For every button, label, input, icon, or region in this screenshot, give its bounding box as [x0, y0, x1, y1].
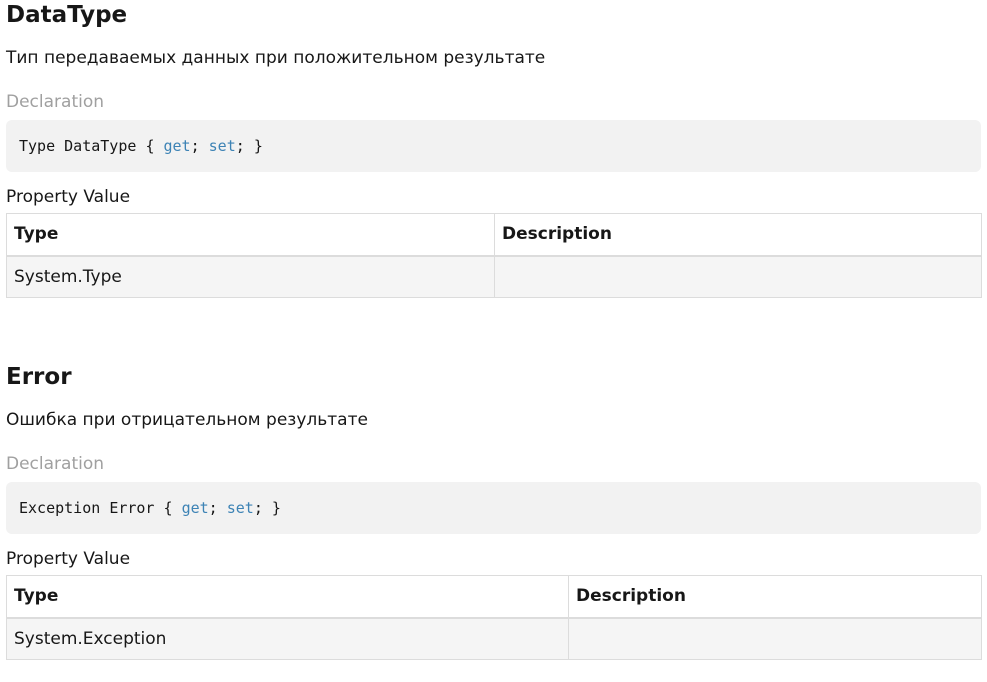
table-cell-type: System.Type — [6, 255, 495, 298]
property-value-label: Property Value — [6, 187, 131, 207]
code-semicolon: ; — [235, 137, 245, 155]
table-header-description: Description — [568, 575, 982, 619]
code-get-keyword: get — [163, 137, 191, 155]
property-value-table: Type Description System.Exception — [6, 575, 982, 660]
code-name-token: Error — [109, 499, 155, 517]
property-value-label: Property Value — [6, 549, 131, 569]
declaration-label: Declaration — [6, 454, 105, 474]
code-name-token: DataType — [64, 137, 137, 155]
code-open-brace: { — [163, 499, 173, 517]
property-summary: Тип передаваемых данных при положительно… — [6, 48, 546, 68]
code-open-brace: { — [145, 137, 155, 155]
code-close-brace: } — [253, 137, 263, 155]
table-header-row: Type Description — [6, 213, 982, 257]
property-value-table: Type Description System.Type — [6, 213, 982, 298]
table-header-type: Type — [6, 575, 569, 619]
property-title: DataType — [6, 2, 128, 28]
code-get-keyword: get — [181, 499, 209, 517]
code-set-keyword: set — [226, 499, 254, 517]
declaration-code-block: Type DataType { get; set; } — [6, 120, 981, 172]
property-title: Error — [6, 364, 72, 390]
table-header-description: Description — [494, 213, 982, 257]
table-header-row: Type Description — [6, 575, 982, 619]
code-semicolon: ; — [208, 499, 218, 517]
table-cell-type: System.Exception — [6, 617, 569, 660]
code-type-token: Type — [19, 137, 56, 155]
property-summary: Ошибка при отрицательном результате — [6, 410, 368, 430]
page-content: DataType Тип передаваемых данных при пол… — [0, 0, 982, 660]
code-set-keyword: set — [208, 137, 236, 155]
property-section-error: Error Ошибка при отрицательном результат… — [6, 362, 982, 660]
code-type-token: Exception — [19, 499, 101, 517]
code-semicolon: ; — [190, 137, 200, 155]
table-row: System.Exception — [6, 617, 982, 660]
property-section-datatype: DataType Тип передаваемых данных при пол… — [6, 0, 982, 298]
code-semicolon: ; — [253, 499, 263, 517]
table-header-type: Type — [6, 213, 495, 257]
table-cell-description — [568, 617, 982, 660]
table-row: System.Type — [6, 255, 982, 298]
declaration-label: Declaration — [6, 92, 105, 112]
table-cell-description — [494, 255, 982, 298]
code-close-brace: } — [271, 499, 281, 517]
declaration-code-block: Exception Error { get; set; } — [6, 482, 981, 534]
